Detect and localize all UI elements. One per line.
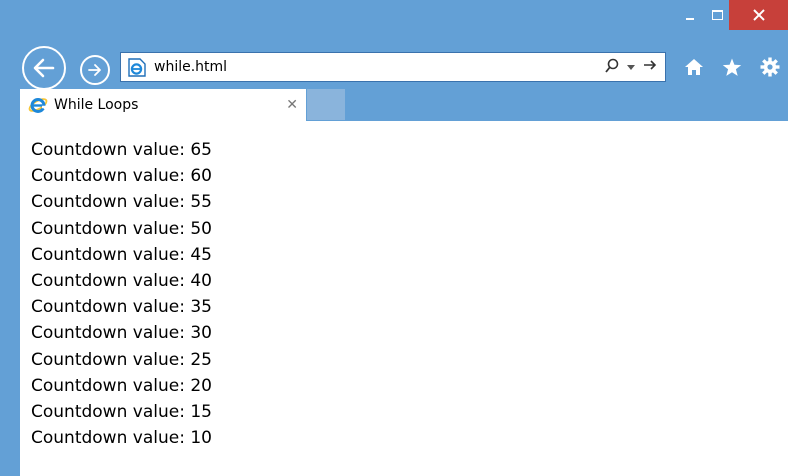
tab-while-loops[interactable]: While Loops ✕ [20, 89, 306, 121]
countdown-line: Countdown value: 30 [31, 323, 212, 344]
tab-label: While Loops [54, 97, 139, 113]
maximize-icon [711, 10, 723, 20]
countdown-line: Countdown value: 45 [31, 244, 212, 265]
favorites-star-icon[interactable] [720, 55, 744, 79]
countdown-line: Countdown value: 20 [31, 375, 212, 396]
browser-window: while.html While Loops ✕ Countdown value… [0, 0, 788, 476]
countdown-line: Countdown value: 60 [31, 166, 212, 187]
countdown-line: Countdown value: 65 [31, 140, 212, 160]
home-icon[interactable] [682, 55, 706, 79]
back-arrow-icon [33, 58, 55, 78]
countdown-line: Countdown value: 10 [31, 428, 212, 449]
countdown-line: Countdown value: 55 [31, 192, 212, 213]
ie-logo-icon [28, 95, 48, 115]
ie-page-icon [127, 57, 147, 77]
minimize-icon [686, 18, 694, 20]
countdown-line: Countdown value: 15 [31, 402, 212, 423]
countdown-line: Countdown value: 35 [31, 297, 212, 318]
address-bar[interactable]: while.html [120, 52, 666, 82]
close-icon [752, 9, 765, 21]
back-button[interactable] [22, 46, 66, 90]
forward-arrow-icon [88, 64, 101, 76]
new-tab-button[interactable] [307, 89, 345, 120]
countdown-line: Countdown value: 25 [31, 349, 212, 370]
chevron-down-icon[interactable] [627, 60, 635, 75]
minimize-button[interactable] [676, 0, 704, 30]
page-content: Countdown value: 65 Countdown value: 60 Co… [20, 121, 788, 476]
command-toolbar [682, 52, 782, 82]
forward-button[interactable] [80, 55, 110, 85]
address-tools [605, 58, 657, 77]
countdown-line: Countdown value: 40 [31, 271, 212, 292]
settings-gear-icon[interactable] [758, 55, 782, 79]
countdown-line: Countdown value: 50 [31, 218, 212, 239]
maximize-button[interactable] [703, 0, 731, 30]
close-button[interactable] [729, 0, 788, 30]
tab-close-icon[interactable]: ✕ [286, 97, 298, 113]
url-text[interactable]: while.html [154, 59, 605, 75]
go-arrow-icon[interactable] [643, 59, 657, 75]
search-icon[interactable] [605, 58, 619, 77]
